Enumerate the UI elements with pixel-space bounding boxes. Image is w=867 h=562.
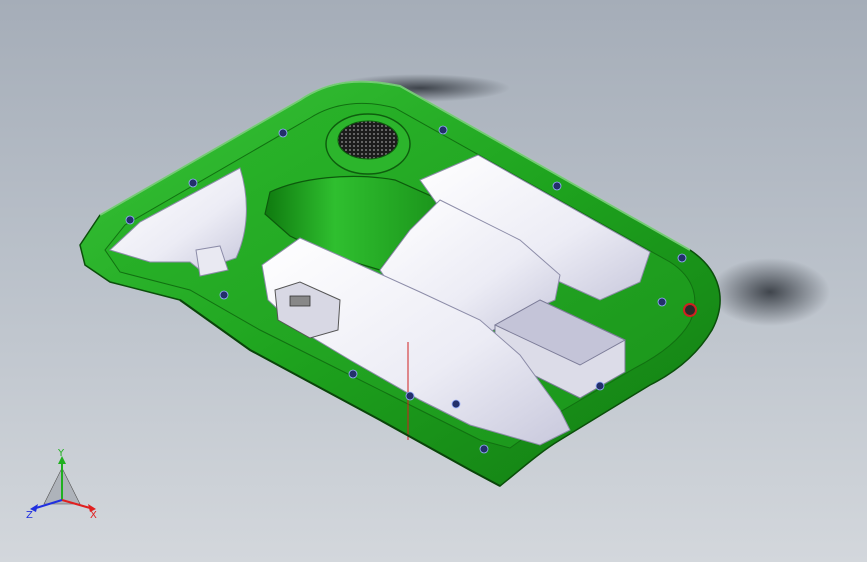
fastener <box>479 444 489 454</box>
fastener <box>188 178 198 188</box>
axis-triad[interactable]: Y X Z <box>24 448 104 524</box>
fastener <box>219 290 229 300</box>
fastener <box>595 381 605 391</box>
fastener <box>552 181 562 191</box>
fastener <box>451 399 461 409</box>
red-port[interactable] <box>683 303 697 317</box>
model-canvas[interactable] <box>0 0 867 562</box>
model-shadow-right <box>710 258 830 326</box>
fastener <box>125 215 135 225</box>
fastener <box>657 297 667 307</box>
y-axis-label: Y <box>57 448 65 459</box>
axis-triad-graphic: Y X Z <box>26 448 97 521</box>
z-axis-label: Z <box>26 510 33 521</box>
fastener <box>677 253 687 263</box>
fastener <box>405 391 415 401</box>
fastener <box>348 369 358 379</box>
cad-3d-viewport[interactable] <box>0 0 867 562</box>
fastener <box>278 128 288 138</box>
fastener <box>438 125 448 135</box>
connector-pins <box>289 295 311 307</box>
speaker-grille-mesh <box>337 120 399 160</box>
x-axis-label: X <box>90 510 97 521</box>
